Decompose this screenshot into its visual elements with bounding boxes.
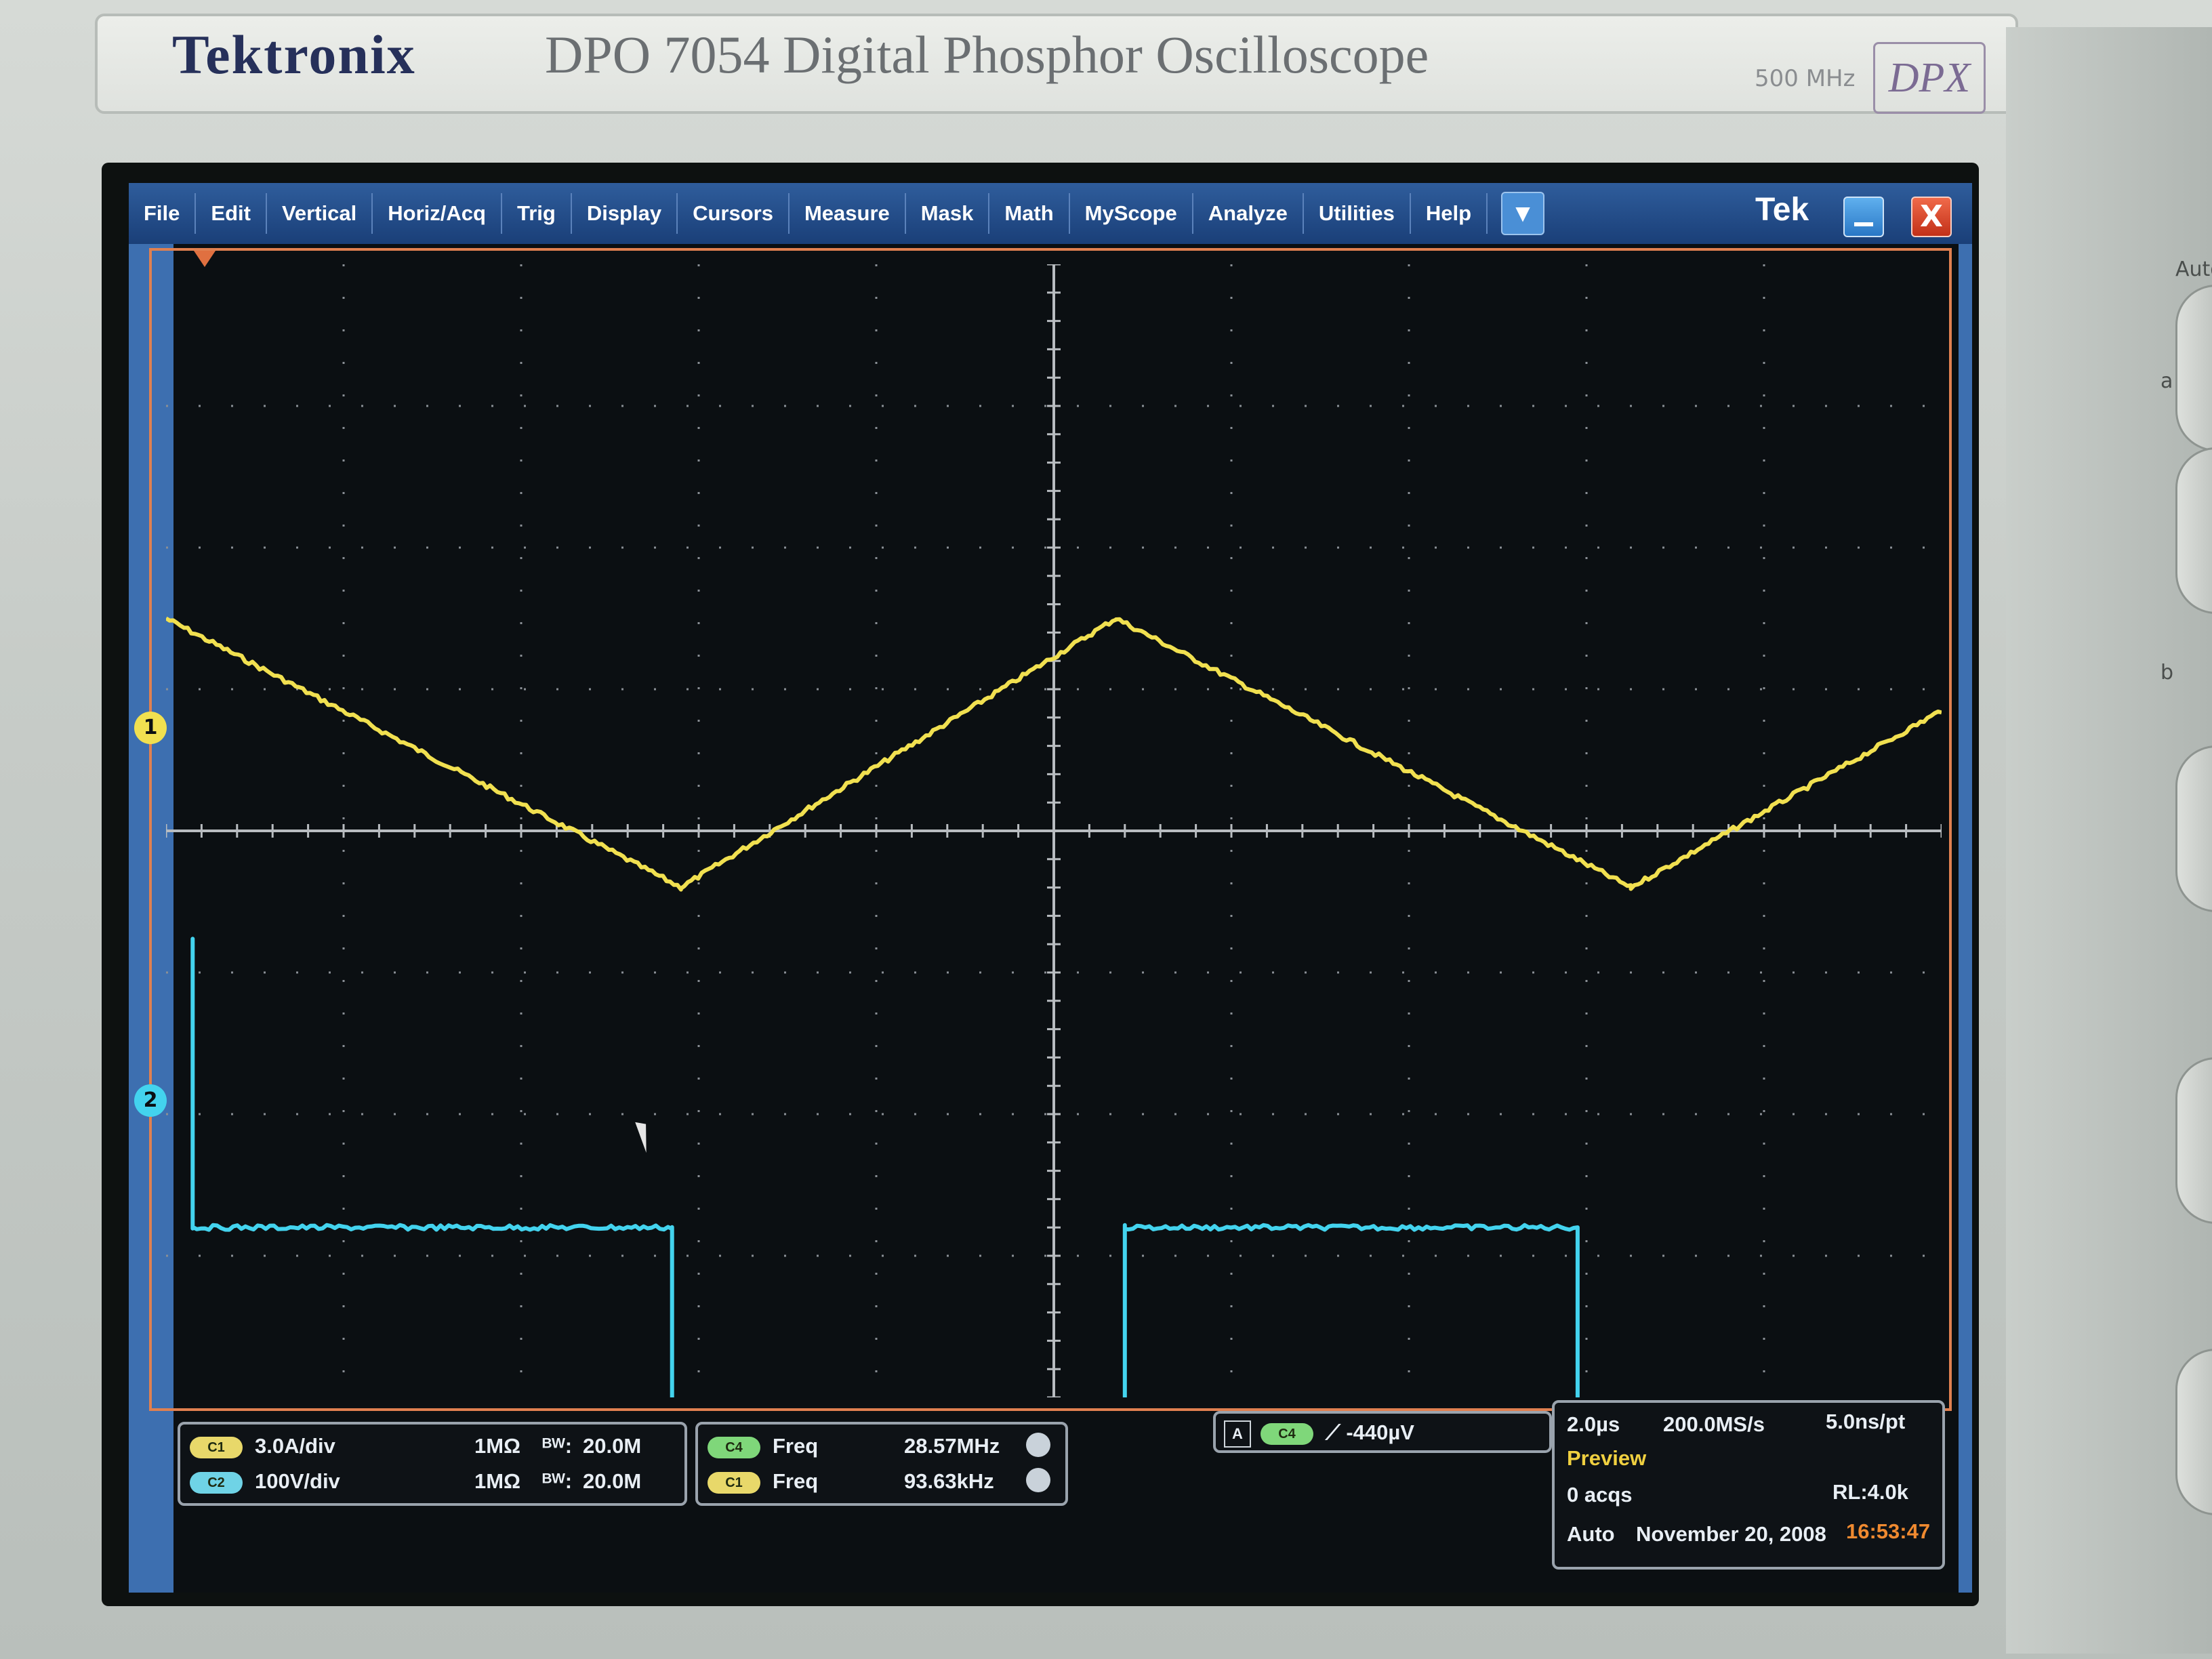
- ch2-badge: C2: [190, 1471, 243, 1494]
- control-knob[interactable]: [2175, 1349, 2212, 1515]
- measurement-source-badge: C4: [708, 1436, 760, 1458]
- ch2-scale: 100V/div: [255, 1469, 340, 1493]
- ch1-badge: C1: [190, 1436, 243, 1458]
- minimize-button[interactable]: [1843, 197, 1884, 237]
- measurement-source-badge: C1: [708, 1471, 760, 1494]
- ch2-impedance: 1MΩ: [474, 1469, 520, 1493]
- close-icon: X: [1920, 199, 1943, 234]
- menu-analyze[interactable]: Analyze: [1193, 193, 1304, 234]
- date: November 20, 2008: [1636, 1522, 1826, 1546]
- menu-bar: File Edit Vertical Horiz/Acq Trig Displa…: [129, 183, 1972, 244]
- tektronix-logo: Tektronix: [172, 24, 416, 85]
- bandwidth-label: 500 MHz: [1755, 65, 1856, 92]
- trigger-mode: Auto: [1567, 1522, 1615, 1546]
- menu-measure[interactable]: Measure: [790, 193, 906, 234]
- dpx-logo: DPX: [1873, 42, 1986, 114]
- ch2-ground-marker[interactable]: 2: [134, 1084, 167, 1117]
- menu-math[interactable]: Math: [989, 193, 1070, 234]
- ch2-bw-icon: ᴮᵂ:: [542, 1469, 573, 1493]
- menu-help[interactable]: Help: [1411, 193, 1488, 234]
- side-label-auto: Auto: [2175, 258, 2212, 281]
- ch2-readout-row[interactable]: C2 100V/div 1MΩ ᴮᵂ: 20.0M: [190, 1469, 641, 1494]
- control-knob[interactable]: [2175, 745, 2212, 912]
- menu-dropdown-button[interactable]: ▼: [1501, 192, 1545, 235]
- control-knob[interactable]: [2175, 1057, 2212, 1224]
- trigger-tag: A: [1224, 1420, 1251, 1448]
- menu-trig[interactable]: Trig: [502, 193, 572, 234]
- right-edge-strip: [1959, 244, 1972, 1593]
- menu-horiz-acq[interactable]: Horiz/Acq: [373, 193, 502, 234]
- trace-c2: [190, 937, 1580, 1397]
- measurement-label: Freq: [773, 1434, 819, 1458]
- ch1-bandwidth: 20.0M: [583, 1434, 642, 1458]
- time-div: 2.0µs: [1567, 1412, 1620, 1436]
- measurement-row[interactable]: C4 Freq 28.57MHz: [708, 1433, 1050, 1458]
- menu-mask[interactable]: Mask: [906, 193, 990, 234]
- tek-logo: Tek: [1755, 192, 1809, 228]
- trigger-source-badge: C4: [1261, 1423, 1313, 1445]
- brand-strip: Tektronix DPO 7054 Digital Phosphor Osci…: [95, 14, 2018, 114]
- side-label-a: a: [2160, 369, 2173, 393]
- model-title: DPO 7054 Digital Phosphor Oscilloscope: [545, 25, 1429, 84]
- ch1-bw-icon: ᴮᵂ:: [542, 1434, 573, 1458]
- measurement-row[interactable]: C1 Freq 93.63kHz: [708, 1468, 1050, 1494]
- measurement-label: Freq: [773, 1469, 819, 1493]
- ch1-ground-marker[interactable]: 1: [134, 712, 167, 744]
- trigger-readout[interactable]: A C4 ⟋ -440µV: [1213, 1411, 1552, 1453]
- menu-vertical[interactable]: Vertical: [267, 193, 373, 234]
- measurement-info-icon[interactable]: [1026, 1468, 1050, 1492]
- menu-edit[interactable]: Edit: [196, 193, 267, 234]
- ch2-bandwidth: 20.0M: [583, 1469, 642, 1493]
- menu-myscope[interactable]: MyScope: [1070, 193, 1193, 234]
- minimize-icon: [1854, 222, 1873, 226]
- time: 16:53:47: [1846, 1519, 1931, 1543]
- control-knob[interactable]: [2175, 447, 2212, 614]
- rising-edge-icon: ⟋: [1326, 1420, 1347, 1445]
- acquisition-status: Preview: [1567, 1446, 1647, 1470]
- close-button[interactable]: X: [1911, 197, 1952, 237]
- waveform-plot: [166, 264, 1942, 1397]
- measurement-value: 93.63kHz: [904, 1469, 994, 1493]
- sample-rate: 200.0MS/s: [1663, 1412, 1765, 1436]
- menu-utilities[interactable]: Utilities: [1304, 193, 1411, 234]
- measurement-value: 28.57MHz: [904, 1434, 1000, 1458]
- time-per-point: 5.0ns/pt: [1826, 1410, 1906, 1433]
- oscilloscope-bezel: Tektronix DPO 7054 Digital Phosphor Osci…: [0, 0, 2212, 1659]
- record-length: RL:4.0k: [1832, 1480, 1908, 1504]
- acquisition-readout[interactable]: 2.0µs 200.0MS/s 5.0ns/pt Preview 0 acqs …: [1552, 1400, 1945, 1570]
- trigger-row: A C4 ⟋ -440µV: [1224, 1420, 1414, 1448]
- control-knob[interactable]: [2175, 285, 2212, 451]
- acquisition-count: 0 acqs: [1567, 1483, 1633, 1507]
- ch1-readout-row[interactable]: C1 3.0A/div 1MΩ ᴮᵂ: 20.0M: [190, 1434, 641, 1458]
- menu-cursors[interactable]: Cursors: [678, 193, 790, 234]
- measurement-info-icon[interactable]: [1026, 1433, 1050, 1457]
- ch1-impedance: 1MΩ: [474, 1434, 520, 1458]
- front-panel-controls: Auto a b: [2006, 27, 2212, 1654]
- side-label-b: b: [2160, 661, 2174, 684]
- chevron-down-icon: ▼: [1515, 202, 1530, 224]
- measurement-readout[interactable]: C4 Freq 28.57MHz C1 Freq 93.63kHz: [695, 1422, 1068, 1506]
- scope-display: File Edit Vertical Horiz/Acq Trig Displa…: [129, 183, 1972, 1593]
- channel-readout[interactable]: C1 3.0A/div 1MΩ ᴮᵂ: 20.0M C2 100V/div 1MΩ …: [178, 1422, 687, 1506]
- trigger-level: -440µV: [1346, 1420, 1414, 1445]
- ch1-scale: 3.0A/div: [255, 1434, 335, 1458]
- menu-file[interactable]: File: [129, 193, 197, 234]
- menu-display[interactable]: Display: [572, 193, 678, 234]
